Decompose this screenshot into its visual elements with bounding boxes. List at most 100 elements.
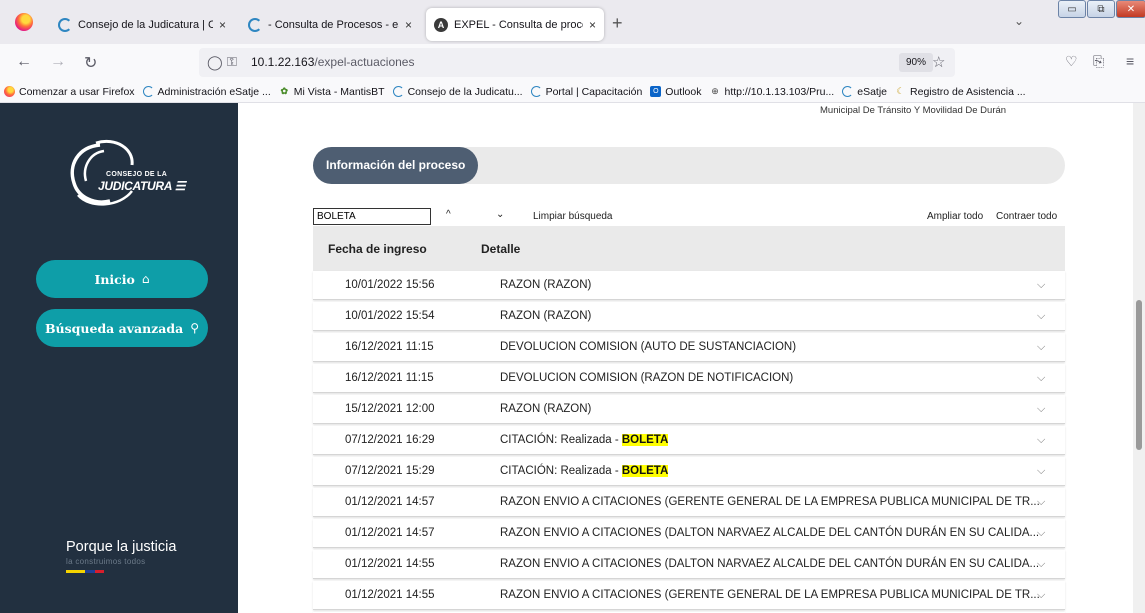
row-date: 01/12/2021 14:57: [345, 527, 435, 539]
bookmark-item[interactable]: Comenzar a usar Firefox: [4, 86, 135, 98]
tab-close-icon[interactable]: ×: [589, 18, 596, 32]
table-row[interactable]: 01/12/2021 14:55 RAZON ENVIO A CITACIONES…: [313, 550, 1065, 579]
search-input[interactable]: [313, 208, 431, 225]
expand-row-chevron-icon[interactable]: ⌵: [1037, 496, 1045, 509]
sidebar: CONSEJO DE LA JUDICATURA ☰ Inicio ⌂ Búsqu…: [0, 103, 238, 613]
mantis-icon: ✿: [280, 86, 289, 96]
tab-title: EXPEL - Consulta de procesos: [454, 18, 583, 31]
tab-close-icon[interactable]: ×: [219, 18, 226, 32]
expand-row-chevron-icon[interactable]: ⌵: [1037, 310, 1045, 323]
bookmark-item[interactable]: ⊕ http://10.1.13.103/Pru...: [709, 86, 834, 98]
cj-icon: [842, 86, 854, 97]
row-detail: DEVOLUCION COMISION (AUTO DE SUSTANCIACI…: [500, 341, 797, 353]
window-close-button[interactable]: ✕: [1116, 0, 1145, 18]
bookmark-item[interactable]: Portal | Capacitación: [530, 86, 642, 98]
expand-row-chevron-icon[interactable]: ⌵: [1037, 589, 1045, 602]
minimize-button[interactable]: ▭: [1058, 0, 1086, 18]
scrollbar-thumb[interactable]: [1136, 300, 1142, 450]
row-detail: RAZON ENVIO A CITACIONES (DALTON NARVAEZ…: [500, 527, 1040, 539]
logo-flag-icon: ☰: [174, 179, 186, 193]
search-highlight: BOLETA: [621, 434, 669, 446]
new-tab-button[interactable]: +: [612, 13, 623, 34]
angular-favicon-icon: A: [434, 17, 448, 32]
expand-all-link[interactable]: Ampliar todo: [927, 211, 983, 222]
maximize-button[interactable]: ⧉: [1087, 0, 1115, 18]
expand-row-chevron-icon[interactable]: ⌵: [1037, 527, 1045, 540]
zoom-level-button[interactable]: 90%: [899, 53, 934, 72]
row-date: 16/12/2021 11:15: [345, 341, 434, 353]
firefox-menu-icon[interactable]: [15, 13, 33, 31]
cj-favicon-icon: [248, 18, 262, 32]
previous-match-button[interactable]: ^: [446, 209, 451, 220]
bookmark-item[interactable]: Administración eSatje ...: [142, 86, 271, 98]
row-detail: RAZON ENVIO A CITACIONES (GERENTE GENERA…: [500, 589, 1040, 601]
page-info-icon[interactable]: ⚿: [227, 54, 237, 70]
tab-consejo[interactable]: Consejo de la Judicatura | Consejo ×: [50, 11, 234, 39]
section-title[interactable]: Información del proceso: [313, 147, 479, 184]
url-text[interactable]: 10.1.22.163/expel-actuaciones: [251, 55, 414, 69]
forward-arrow-icon[interactable]: →: [50, 53, 66, 71]
table-row[interactable]: 10/01/2022 15:56 RAZON (RAZON) ⌵: [313, 271, 1065, 300]
table-row[interactable]: 16/12/2021 11:15 DEVOLUCION COMISION (AUT…: [313, 333, 1065, 362]
row-detail: CITACIÓN: Realizada - BOLETA: [500, 434, 669, 446]
table-header: Fecha de ingreso Detalle: [313, 226, 1065, 271]
slogan-text: Porque la justicia: [66, 539, 177, 555]
collapse-all-link[interactable]: Contraer todo: [996, 211, 1057, 222]
pocket-icon[interactable]: ♡: [1065, 53, 1078, 70]
search-highlight: BOLETA: [621, 465, 669, 477]
url-bar[interactable]: ◯ ⚿ 10.1.22.163/expel-actuaciones 90% ☆: [199, 48, 955, 77]
row-date: 10/01/2022 15:54: [345, 310, 435, 322]
table-row[interactable]: 07/12/2021 15:29 CITACIÓN: Realizada - BO…: [313, 457, 1065, 486]
row-date: 01/12/2021 14:55: [345, 558, 435, 570]
table-row[interactable]: 01/12/2021 14:57 RAZON ENVIO A CITACIONES…: [313, 488, 1065, 517]
tab-title: - Consulta de Procesos - eSATJE: [268, 19, 399, 31]
row-date: 10/01/2022 15:56: [345, 279, 435, 291]
process-party-text: Municipal De Tránsito Y Movilidad De Dur…: [820, 105, 1007, 116]
list-tabs-button[interactable]: ⌄: [1014, 14, 1024, 28]
consejo-judicatura-logo[interactable]: CONSEJO DE LA JUDICATURA ☰: [60, 139, 186, 209]
row-date: 15/12/2021 12:00: [345, 403, 435, 415]
table-row[interactable]: 15/12/2021 12:00 RAZON (RAZON) ⌵: [313, 395, 1065, 424]
next-match-button[interactable]: ⌄: [496, 209, 504, 220]
table-row[interactable]: 16/12/2021 11:15 DEVOLUCION COMISION (RAZ…: [313, 364, 1065, 393]
cj-favicon-icon: [58, 18, 72, 32]
bookmark-item[interactable]: Consejo de la Judicatu...: [392, 86, 523, 98]
reload-icon[interactable]: ↻: [84, 53, 97, 73]
row-date: 01/12/2021 14:55: [345, 589, 435, 601]
bookmark-item[interactable]: eSatje: [842, 86, 887, 98]
actuaciones-table: Fecha de ingreso Detalle 10/01/2022 15:5…: [313, 226, 1065, 613]
search-icon: ⚲: [190, 321, 200, 335]
tracking-shield-icon[interactable]: ◯: [207, 54, 223, 71]
flag-yellow: [66, 570, 85, 573]
cj-icon: [530, 86, 542, 97]
back-arrow-icon[interactable]: ←: [16, 53, 32, 71]
bookmark-item[interactable]: ✿ Mi Vista - MantisBT: [279, 86, 384, 98]
bookmark-item[interactable]: O Outlook: [650, 86, 701, 98]
expand-row-chevron-icon[interactable]: ⌵: [1037, 372, 1045, 385]
hamburger-menu-icon[interactable]: ≡: [1126, 53, 1134, 69]
clear-search-link[interactable]: Limpiar búsqueda: [533, 211, 613, 222]
expand-row-chevron-icon[interactable]: ⌵: [1037, 465, 1045, 478]
table-row[interactable]: 01/12/2021 14:55 RAZON ENVIO A CITACIONES…: [313, 581, 1065, 610]
tab-expel[interactable]: A EXPEL - Consulta de procesos ×: [426, 8, 604, 41]
busqueda-avanzada-button[interactable]: Búsqueda avanzada ⚲: [36, 309, 208, 347]
table-row[interactable]: 10/01/2022 15:54 RAZON (RAZON) ⌵: [313, 302, 1065, 331]
extensions-icon[interactable]: ⎘: [1093, 53, 1104, 70]
expand-row-chevron-icon[interactable]: ⌵: [1037, 341, 1045, 354]
inicio-button[interactable]: Inicio ⌂: [36, 260, 208, 298]
section-header-bar: Información del proceso: [313, 147, 1065, 184]
table-row[interactable]: 07/12/2021 16:29 CITACIÓN: Realizada - BO…: [313, 426, 1065, 455]
expand-row-chevron-icon[interactable]: ⌵: [1037, 434, 1045, 447]
search-toolbar: ^ ⌄ Limpiar búsqueda Ampliar todo Contra…: [313, 208, 1065, 226]
bookmark-item[interactable]: ☾ Registro de Asistencia ...: [895, 86, 1025, 98]
expand-row-chevron-icon[interactable]: ⌵: [1037, 403, 1045, 416]
table-row[interactable]: 01/12/2021 14:57 RAZON ENVIO A CITACIONES…: [313, 519, 1065, 548]
bookmark-star-icon[interactable]: ☆: [932, 53, 945, 71]
expand-row-chevron-icon[interactable]: ⌵: [1037, 558, 1045, 571]
row-date: 07/12/2021 16:29: [345, 434, 435, 446]
tab-title: Consejo de la Judicatura | Consejo: [78, 19, 213, 31]
tab-close-icon[interactable]: ×: [405, 18, 412, 32]
browser-window: Consejo de la Judicatura | Consejo × - C…: [0, 0, 1145, 613]
expand-row-chevron-icon[interactable]: ⌵: [1037, 279, 1045, 292]
tab-esatje[interactable]: - Consulta de Procesos - eSATJE ×: [240, 11, 420, 39]
